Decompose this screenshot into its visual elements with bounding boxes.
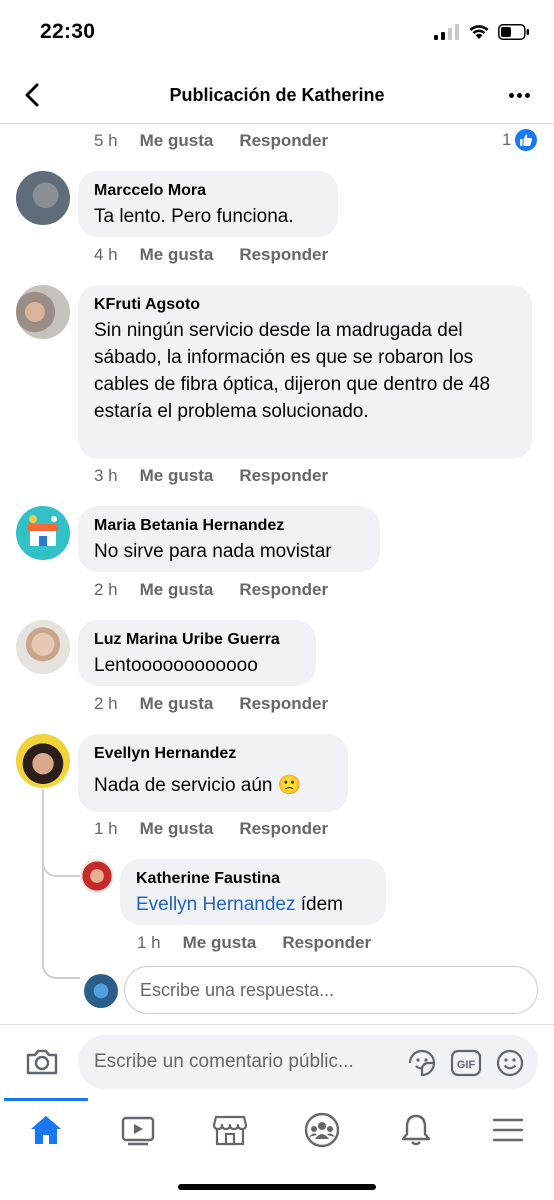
comment-actions: 3 h Me gusta Responder <box>94 466 328 486</box>
comment-time: 4 h <box>94 245 118 264</box>
reply-button[interactable]: Responder <box>282 933 371 953</box>
menu-icon <box>492 1118 524 1142</box>
my-avatar <box>84 974 118 1008</box>
reply-input[interactable]: Escribe una respuesta... <box>124 966 538 1014</box>
comment-input[interactable]: Escribe un comentario públic... GIF <box>78 1035 538 1089</box>
comment-author[interactable]: Luz Marina Uribe Guerra <box>94 630 300 650</box>
status-time: 22:30 <box>40 20 96 43</box>
like-button[interactable]: Me gusta <box>183 933 257 953</box>
like-button[interactable]: Me gusta <box>140 694 214 714</box>
watch-icon <box>121 1116 155 1146</box>
like-button[interactable]: Me gusta <box>140 580 214 600</box>
comment-time: 5 h <box>94 131 118 150</box>
tab-notifications[interactable] <box>396 1112 436 1148</box>
like-button[interactable]: Me gusta <box>140 819 214 839</box>
wifi-icon <box>469 25 489 39</box>
active-tab-indicator <box>4 1098 88 1101</box>
reply-button[interactable]: Responder <box>239 819 328 839</box>
comment-author[interactable]: Marccelo Mora <box>94 181 322 201</box>
comment-author[interactable]: Maria Betania Hernandez <box>94 516 364 536</box>
avatar[interactable] <box>16 734 70 788</box>
comment-text: Nada de servicio aún 🙁 <box>94 775 302 796</box>
comment-actions: 5 h Me gusta Responder <box>94 131 328 151</box>
reply-author[interactable]: Katherine Faustina <box>136 869 370 889</box>
avatar[interactable] <box>16 620 70 674</box>
comment-actions: 2 h Me gusta Responder <box>94 580 328 600</box>
comment-actions: 1 h Me gusta Responder <box>94 819 328 839</box>
comment-time: 3 h <box>94 466 118 485</box>
page-title: Publicación de Katherine <box>169 85 385 105</box>
like-button[interactable]: Me gusta <box>140 131 214 151</box>
tab-marketplace[interactable] <box>210 1112 250 1148</box>
comments-feed[interactable]: 5 h Me gusta Responder 1 Marccelo Mora T… <box>0 125 554 1024</box>
reply-button[interactable]: Responder <box>239 694 328 714</box>
reply-button[interactable]: Responder <box>239 466 328 486</box>
comment-actions: 4 h Me gusta Responder <box>94 245 328 265</box>
emoji-icon[interactable] <box>494 1047 526 1079</box>
notifications-icon <box>401 1114 431 1146</box>
mention-link[interactable]: Evellyn Hernandez <box>136 894 295 915</box>
comment-time: 2 h <box>94 694 118 713</box>
store-illustration <box>28 515 58 546</box>
reply-text: Evellyn Hernandez ídem <box>136 891 370 918</box>
home-indicator[interactable] <box>178 1184 376 1190</box>
reply-button[interactable]: Responder <box>239 131 328 151</box>
status-bar: 22:30 <box>0 0 554 66</box>
comment-text: Ta lento. Pero funciona. <box>94 206 294 227</box>
like-button[interactable]: Me gusta <box>140 466 214 486</box>
camera-button[interactable] <box>24 1044 60 1080</box>
comment-text: Lentoooooooooooo <box>94 655 258 676</box>
tab-watch[interactable] <box>118 1112 158 1148</box>
tab-home[interactable] <box>26 1112 66 1148</box>
like-button[interactable]: Me gusta <box>140 245 214 265</box>
reply-time: 1 h <box>137 933 161 952</box>
comment-placeholder: Escribe un comentario públic... <box>94 1051 354 1072</box>
comment-bubble: Marccelo Mora Ta lento. Pero funciona. <box>78 171 338 237</box>
reaction-summary[interactable]: 1 <box>502 129 538 151</box>
sticker-icon[interactable] <box>406 1047 438 1079</box>
camera-icon <box>26 1049 58 1075</box>
thread-line <box>42 825 80 877</box>
comment-bubble: KFruti Agsoto Sin ningún servicio desde … <box>78 285 532 459</box>
reply-body: ídem <box>295 894 344 915</box>
avatar[interactable] <box>16 171 70 225</box>
reply-button[interactable]: Responder <box>239 245 328 265</box>
comment-compose-bar: Escribe un comentario públic... GIF <box>0 1024 554 1098</box>
home-icon <box>31 1116 61 1144</box>
comment-time: 1 h <box>94 819 118 838</box>
reply-bubble: Katherine Faustina Evellyn Hernandez íde… <box>120 859 386 925</box>
comment-author[interactable]: Evellyn Hernandez <box>94 744 332 764</box>
reply-actions: 1 h Me gusta Responder <box>137 933 371 953</box>
comment-time: 2 h <box>94 580 118 599</box>
tab-menu[interactable] <box>488 1112 528 1148</box>
comment-text: Sin ningún servicio desde la madrugada d… <box>94 320 491 422</box>
comment-text: No sirve para nada movistar <box>94 541 332 562</box>
comment-author[interactable]: KFruti Agsoto <box>94 295 516 315</box>
reaction-count: 1 <box>502 130 512 149</box>
marketplace-icon <box>212 1115 248 1146</box>
status-icons <box>434 24 530 40</box>
post-header: Publicación de Katherine <box>0 66 554 124</box>
svg-text:GIF: GIF <box>457 1059 476 1071</box>
comment-bubble: Evellyn Hernandez Nada de servicio aún 🙁 <box>78 734 348 812</box>
battery-icon <box>498 24 529 40</box>
thread-line <box>42 789 80 979</box>
avatar[interactable] <box>80 859 114 893</box>
tab-groups[interactable] <box>302 1112 342 1148</box>
comment-bubble: Luz Marina Uribe Guerra Lentoooooooooooo <box>78 620 316 686</box>
avatar[interactable] <box>16 506 70 560</box>
reply-button[interactable]: Responder <box>239 580 328 600</box>
like-icon <box>515 129 538 151</box>
gif-icon[interactable]: GIF <box>450 1047 482 1079</box>
more-icon[interactable] <box>504 80 534 110</box>
signal-icon <box>434 24 459 40</box>
input-icons: GIF <box>406 1047 526 1079</box>
groups-icon <box>304 1112 340 1148</box>
comment-actions: 2 h Me gusta Responder <box>94 694 328 714</box>
comment-bubble: Maria Betania Hernandez No sirve para na… <box>78 506 380 572</box>
avatar[interactable] <box>16 285 70 339</box>
